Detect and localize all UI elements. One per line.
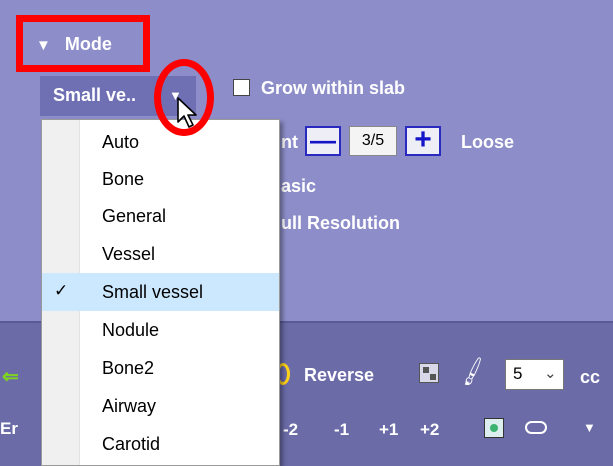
grow-within-slab-label: Grow within slab	[261, 78, 406, 98]
menu-item-label: Nodule	[102, 320, 160, 340]
menu-item-label: Auto	[102, 132, 140, 152]
checkmark-icon: ✓	[54, 281, 69, 300]
step-plus2-button[interactable]: +2	[420, 420, 439, 440]
arrow-left-icon[interactable]: ⇐	[2, 364, 19, 389]
menu-item-nodule[interactable]: Nodule	[42, 311, 279, 349]
loose-label: Loose	[461, 132, 515, 152]
decrease-button[interactable]: —	[305, 126, 341, 156]
reverse-label[interactable]: Reverse	[304, 365, 374, 386]
menu-item-label: Vessel	[102, 244, 156, 264]
step-minus1-button[interactable]: -1	[334, 420, 349, 440]
menu-item-label: Small vessel	[102, 282, 204, 302]
grow-within-slab-checkbox[interactable]	[233, 79, 250, 96]
menu-item-label: Bone	[102, 169, 145, 189]
step-plus1-button[interactable]: +1	[379, 420, 398, 440]
basic-option-label[interactable]: asic	[281, 176, 316, 197]
mode-dropdown-menu: Auto Bone General Vessel ✓ Small vessel …	[41, 119, 280, 466]
menu-item-bone2[interactable]: Bone2	[42, 349, 279, 387]
chevron-down-icon[interactable]: ▼	[583, 420, 596, 435]
segment-icon[interactable]	[419, 363, 439, 383]
menu-item-small-vessel[interactable]: ✓ Small vessel	[42, 273, 279, 311]
full-resolution-option-label[interactable]: ull Resolution	[281, 213, 400, 234]
volume-unit-label: cc	[580, 367, 601, 387]
volume-dropdown[interactable]: 5 ⌄	[505, 359, 564, 390]
menu-item-label: Carotid	[102, 434, 161, 454]
menu-item-bone[interactable]: Bone	[42, 160, 279, 198]
row2-label: Er	[0, 419, 18, 438]
menu-item-label: Airway	[102, 396, 157, 416]
tight-label: nt	[281, 132, 298, 152]
plus-icon: +	[414, 123, 432, 156]
menu-item-vessel[interactable]: Vessel	[42, 235, 279, 273]
chevron-down-icon: ⌄	[544, 365, 557, 382]
tolerance-value[interactable]: 3/5	[349, 126, 397, 156]
mode-selected-value: Small ve..	[53, 85, 137, 105]
menu-item-label: Bone2	[102, 358, 155, 378]
capsule-icon[interactable]	[525, 421, 547, 434]
step-minus2-button[interactable]: -2	[283, 420, 298, 440]
menu-item-airway[interactable]: Airway	[42, 387, 279, 425]
mouse-cursor-icon	[177, 97, 197, 128]
target-icon[interactable]	[484, 418, 504, 438]
increase-button[interactable]: +	[405, 123, 441, 156]
menu-item-label: General	[102, 206, 167, 226]
mode-highlight-box	[16, 15, 150, 72]
menu-item-carotid[interactable]: Carotid	[42, 425, 279, 463]
menu-item-general[interactable]: General	[42, 197, 279, 235]
minus-icon: —	[310, 125, 336, 155]
volume-value: 5	[513, 364, 523, 383]
menu-item-auto[interactable]: Auto	[42, 123, 279, 161]
